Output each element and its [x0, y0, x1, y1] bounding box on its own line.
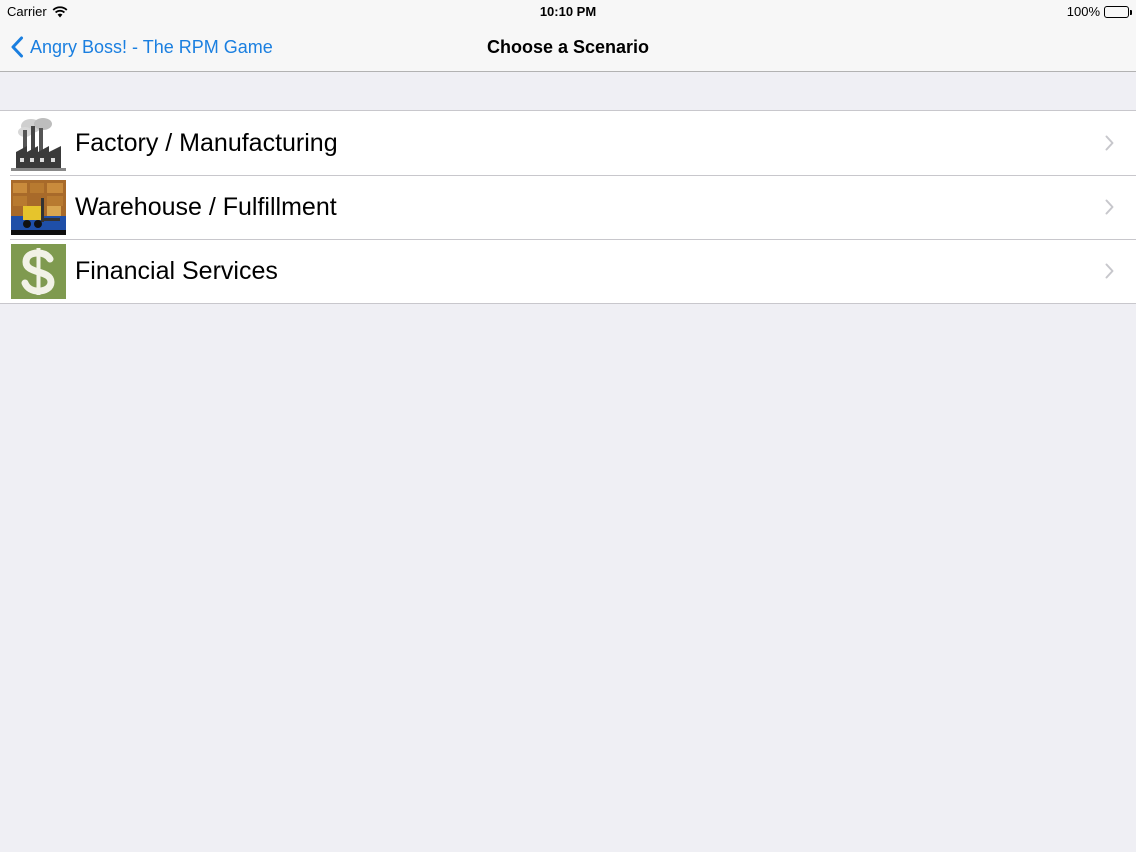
chevron-left-icon [11, 36, 23, 58]
forklift-icon [11, 179, 66, 235]
scenario-row-warehouse[interactable]: Warehouse / Fulfillment [0, 175, 1136, 239]
battery-icon [1104, 5, 1132, 18]
dollar-sign-icon [11, 243, 66, 299]
scenario-row-factory[interactable]: Factory / Manufacturing [0, 111, 1136, 175]
battery-percent: 100% [1066, 4, 1100, 19]
chevron-right-icon [1105, 263, 1114, 279]
back-button-label: Angry Boss! - The RPM Game [30, 36, 273, 57]
back-button[interactable]: Angry Boss! - The RPM Game [10, 24, 273, 70]
chevron-right-icon [1105, 135, 1114, 151]
scenario-list: Factory / Manufacturing Warehouse / Fulf… [0, 110, 1136, 304]
navigation-bar: Angry Boss! - The RPM Game Choose a Scen… [0, 24, 1136, 72]
factory-icon [11, 115, 66, 171]
scenario-label: Warehouse / Fulfillment [75, 192, 337, 221]
scenario-label: Factory / Manufacturing [75, 128, 338, 157]
battery-indicator: 100% [1066, 4, 1132, 19]
status-time: 10:10 PM [539, 4, 597, 19]
status-bar: Carrier 10:10 PM 100% [0, 0, 1136, 24]
chevron-right-icon [1105, 199, 1114, 215]
scenario-row-financial[interactable]: Financial Services [0, 239, 1136, 303]
scenario-label: Financial Services [75, 256, 278, 285]
